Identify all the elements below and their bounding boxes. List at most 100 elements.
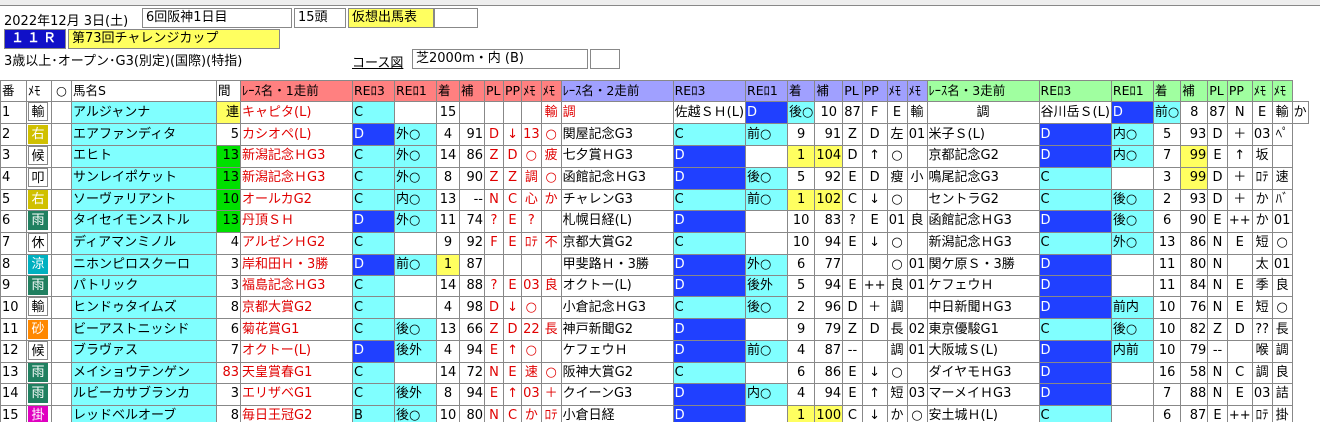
race-name-cell[interactable]: 関屋記念G3 — [560, 123, 674, 146]
mark-cell[interactable] — [51, 144, 72, 168]
horse-name[interactable]: ソーヴァリアント — [71, 188, 217, 212]
horse-name[interactable]: ディアマンミノル — [71, 231, 217, 255]
race-name-cell[interactable]: マーメイＨG3 — [926, 383, 1040, 406]
mark-cell[interactable] — [51, 253, 72, 276]
table-row[interactable]: 8 涼ニホンピロスクーロ 3 岸和田Ｈ・3勝 D 前○ 1 87 甲斐路Ｈ・3勝 D 外○ 6 77 ○ 0… — [0, 253, 1309, 276]
horse-name[interactable]: メイショウテンゲン — [71, 361, 217, 385]
blank-field[interactable] — [434, 8, 478, 28]
col-me-2[interactable]: ﾒﾓ — [886, 79, 908, 103]
col-race3[interactable]: ﾚｰｽ名・3走前 — [926, 79, 1040, 103]
table-row[interactable]: 10 輸ヒンドゥタイムズ 8 京都大賞G2 C 4 98 D ↓ ○ 小倉記念ＨG3 C 後○ 2 96 D ＋… — [0, 296, 1309, 320]
col-ho-1[interactable]: 補 — [459, 79, 485, 103]
col-me2-1[interactable]: ﾒﾓ — [540, 79, 562, 103]
race-name-cell[interactable]: 甲斐路Ｈ・3勝 — [560, 253, 674, 276]
col-pl-1[interactable]: PL — [484, 79, 504, 103]
mark-cell[interactable] — [51, 166, 72, 190]
mark-cell[interactable] — [51, 404, 72, 422]
horse-name[interactable]: パトリック — [71, 274, 217, 298]
race-name-cell[interactable]: 函館記念ＨG3 — [560, 166, 674, 190]
col-me-3[interactable]: ﾒﾓ — [1251, 79, 1273, 103]
mark-cell[interactable] — [51, 318, 72, 341]
race-name-cell[interactable]: 毎日王冠G2 — [240, 404, 353, 422]
mark-cell[interactable] — [51, 339, 72, 363]
col-pos-2[interactable]: 着 — [787, 79, 816, 103]
race-name-cell[interactable]: 米子Ｓ(L) — [926, 123, 1040, 146]
race-name-cell[interactable]: キャピタ(L) — [240, 101, 353, 125]
race-name-cell[interactable]: チャレンG3 — [560, 188, 674, 212]
race-name-cell[interactable]: セントラG2 — [926, 188, 1040, 212]
col-me-1[interactable]: ﾒﾓ — [521, 79, 542, 103]
mark-cell[interactable] — [51, 361, 72, 385]
horse-name[interactable]: タイセイモンストル — [71, 210, 217, 233]
race-name-cell[interactable]: 新潟記念ＨG3 — [926, 231, 1040, 255]
mark-cell[interactable] — [51, 296, 72, 320]
col-rpci3-3[interactable]: REﾛ3 — [1038, 79, 1112, 103]
race-name-cell[interactable]: 福島記念ＨG3 — [240, 274, 353, 298]
col-pp-3[interactable]: PP — [1226, 79, 1253, 103]
table-row[interactable]: 9 雨パトリック 3 福島記念ＨG3 C 14 88? E 03 良オクトー(L) D 後外 5 94 E +… — [0, 274, 1309, 298]
race-name-cell[interactable]: オクトー(L) — [560, 274, 674, 298]
horse-name[interactable]: エヒト — [71, 144, 217, 168]
race-name-cell[interactable]: 小倉記念ＨG3 — [560, 296, 674, 320]
race-name-cell[interactable]: 谷川岳Ｓ(L) — [1038, 101, 1112, 125]
mark-cell[interactable] — [51, 188, 72, 212]
race-name-cell[interactable]: 天皇賞春G1 — [240, 361, 353, 385]
col-ho-2[interactable]: 補 — [814, 79, 844, 103]
mark-cell[interactable] — [51, 123, 72, 146]
col-rpci1-2[interactable]: REﾛ1 — [745, 79, 789, 103]
mark-cell[interactable] — [51, 210, 72, 233]
mark-cell[interactable] — [51, 101, 72, 125]
race-name-cell[interactable]: ケフェウＨ — [560, 339, 674, 363]
race-name-cell[interactable]: 新潟記念ＨG3 — [240, 166, 353, 190]
race-name-cell[interactable]: 丹頂ＳＨ — [240, 210, 353, 233]
col-gap[interactable]: 間 — [216, 79, 241, 103]
race-name-cell[interactable]: 中日新聞ＨG3 — [926, 296, 1040, 320]
horse-name[interactable]: ブラヴァス — [71, 339, 217, 363]
race-name-cell[interactable]: 菊花賞G1 — [240, 318, 353, 341]
col-horse[interactable]: 馬名S — [71, 79, 217, 103]
race-name-cell[interactable]: ダイヤモＨG3 — [926, 361, 1040, 385]
col-ho-3[interactable]: 補 — [1180, 79, 1209, 103]
race-name-cell[interactable]: 小倉日経 — [560, 404, 674, 422]
race-name-cell[interactable]: 大阪城Ｓ(L) — [926, 339, 1040, 363]
horse-name[interactable]: ヒンドゥタイムズ — [71, 296, 217, 320]
col-pl-3[interactable]: PL — [1207, 79, 1228, 103]
course-extra-field[interactable] — [590, 49, 620, 69]
race-name-cell[interactable]: エリザベG1 — [240, 383, 353, 406]
horse-name[interactable]: ルビーカサブランカ — [71, 383, 217, 406]
race-name-cell[interactable]: 東京優駿G1 — [926, 318, 1040, 341]
race-name-cell[interactable]: 札幌日経(L) — [560, 210, 674, 233]
col-rpci1-1[interactable]: REﾛ1 — [394, 79, 437, 103]
race-name-cell[interactable]: ケフェウＨ — [926, 274, 1040, 298]
table-row[interactable]: 15 掛レッドベルオーブ 8 毎日王冠G2 B 後○ 10 80 N C かﾛﾃ 小倉日経 D 1 100 C… — [0, 404, 1309, 422]
table-row[interactable]: 3 候エヒト 13 新潟記念ＨG3 C 外○ 14 86 Z D ○ 疲七夕賞ＨG3 D 1 104 D ↑ ○ 京… — [0, 144, 1309, 168]
horse-name[interactable]: エアファンディタ — [71, 123, 217, 146]
table-row[interactable]: 14 雨ルビーカサブランカ 3 エリザベG1 C 後外 8 94 E ↑ 03 ＋クイーンG3 D 内○ 4… — [0, 383, 1309, 406]
race-name-cell[interactable]: 京都大賞G2 — [560, 231, 674, 255]
race-name-cell[interactable]: 阪神大賞G2 — [560, 361, 674, 385]
table-row[interactable]: 6 雨タイセイモンストル 13 丹頂ＳＨ D 外○ 11 74? E? 札幌日経(L) D 10 83?… — [0, 210, 1309, 233]
table-row[interactable]: 4 叩サンレイポケット 13 新潟記念ＨG3 C 外○ 8 90 Z Z 調 ○ 函館記念ＨG3 D 後○ 5… — [0, 166, 1309, 190]
table-row[interactable]: 11 砂ビーアストニッシド 6 菊花賞G1 C 後○ 13 66 Z D 22 長神戸新聞G2 D 9 79… — [0, 318, 1309, 341]
col-me2-3[interactable]: ﾒﾓ — [1271, 79, 1293, 103]
table-row[interactable]: 5 右ソーヴァリアント 10 オールカG2 C 内○ 13 -- N C 心かチャレンG3 C 前○ 1 1… — [0, 188, 1309, 212]
col-memo[interactable]: ﾒﾓ — [26, 79, 52, 103]
col-no[interactable]: 番 — [0, 79, 27, 103]
race-name-cell[interactable]: 新潟記念ＨG3 — [240, 144, 353, 168]
race-name-cell[interactable]: 京都記念G2 — [926, 144, 1040, 168]
race-name-cell[interactable]: クイーンG3 — [560, 383, 674, 406]
race-name-cell[interactable]: 七夕賞ＨG3 — [560, 144, 674, 168]
mark-cell[interactable] — [51, 231, 72, 255]
race-name-cell[interactable]: 安土城Ｈ(L) — [926, 404, 1040, 422]
col-rpci3-2[interactable]: REﾛ3 — [672, 79, 747, 103]
race-name-cell[interactable]: 鳴尾記念G3 — [926, 166, 1040, 190]
col-pos-3[interactable]: 着 — [1152, 79, 1182, 103]
col-pos-1[interactable]: 着 — [436, 79, 460, 103]
col-me2-2[interactable]: ﾒﾓ — [906, 79, 928, 103]
col-pp-2[interactable]: PP — [861, 79, 888, 103]
table-row[interactable]: 2 右エアファンディタ 5 カシオペ(L) D 外○ 4 91 D ↓ 13 ○ 関屋記念G3 C 前○ 9 9… — [0, 123, 1309, 146]
col-race1[interactable]: ﾚｰｽ名・1走前 — [240, 79, 353, 103]
race-name-cell[interactable]: 佐越ＳＨ(L) — [672, 101, 747, 125]
horse-name[interactable]: サンレイポケット — [71, 166, 217, 190]
table-row[interactable]: 13 雨メイショウテンゲン 83 天皇賞春G1 C 14 72 N E 速 ○ 阪神大賞G2 C 6 86 E… — [0, 361, 1309, 385]
